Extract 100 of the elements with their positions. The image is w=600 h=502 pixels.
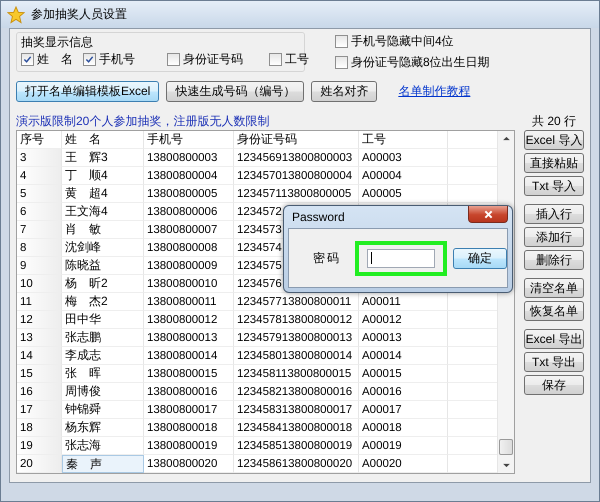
scroll-down-icon[interactable] — [502, 463, 510, 468]
checkbox[interactable] — [21, 53, 34, 66]
table-cell: 9 — [17, 257, 62, 275]
column-header[interactable]: 手机号 — [144, 131, 234, 149]
column-header[interactable]: 身份证号码 — [234, 131, 359, 149]
table-cell: A00004 — [359, 167, 448, 185]
table-cell: 李成志 — [62, 347, 144, 365]
notice-text: 演示版限制20个人参加抽奖，注册版无人数限制 — [16, 112, 270, 130]
side-button[interactable]: 添加行 — [524, 227, 584, 247]
table-cell: 丁 顺4 — [62, 167, 144, 185]
password-field[interactable] — [367, 248, 435, 268]
side-button[interactable]: Excel 导入 — [524, 130, 584, 150]
table-cell: 19 — [17, 437, 62, 455]
side-button[interactable]: Txt 导入 — [524, 176, 584, 196]
table-cell: 123457913800800013 — [234, 329, 359, 347]
scroll-up-icon[interactable] — [502, 136, 510, 141]
table-cell: 梅 杰2 — [62, 293, 144, 311]
side-button[interactable]: 清空名单 — [524, 278, 584, 298]
checkbox-option[interactable]: 手机号隐藏中间4位 — [335, 33, 490, 50]
table-cell: A00013 — [359, 329, 448, 347]
table-cell: 123458213800800016 — [234, 383, 359, 401]
side-button[interactable]: Txt 导出 — [524, 352, 584, 372]
side-button[interactable]: Excel 导出 — [524, 329, 584, 349]
column-header[interactable]: 姓 名 — [62, 131, 144, 149]
table-cell: 13800800019 — [144, 437, 234, 455]
table-cell: 10 — [17, 275, 62, 293]
table-cell: 13800800018 — [144, 419, 234, 437]
side-button[interactable]: 保存 — [524, 375, 584, 395]
table-cell: A00012 — [359, 311, 448, 329]
table-cell: 14 — [17, 347, 62, 365]
table-cell: 13800800013 — [144, 329, 234, 347]
table-cell: 123458413800800018 — [234, 419, 359, 437]
table-cell: 13800800015 — [144, 365, 234, 383]
group-title: 抽奖显示信息 — [21, 34, 94, 51]
checkbox-option[interactable]: 身份证号码 — [167, 51, 243, 68]
checkbox[interactable] — [83, 53, 96, 66]
table-cell: A00015 — [359, 365, 448, 383]
table-cell: 8 — [17, 239, 62, 257]
table-cell: A00020 — [359, 455, 448, 473]
column-header[interactable]: 序号 — [17, 131, 62, 149]
table-cell: 肖 敏 — [62, 221, 144, 239]
checkbox-option[interactable]: 工号 — [269, 51, 309, 68]
table-cell: 13 — [17, 329, 62, 347]
table-cell: 杨东辉 — [62, 419, 144, 437]
table-cell: 钟锦舜 — [62, 401, 144, 419]
table-cell: 秦 声 — [62, 455, 144, 473]
table-cell: 周博俊 — [62, 383, 144, 401]
toolbar-button[interactable]: 打开名单编辑模板Excel — [16, 81, 160, 102]
table-cell: 13800800008 — [144, 239, 234, 257]
table-cell: 陈晓益 — [62, 257, 144, 275]
scroll-thumb[interactable] — [499, 439, 513, 455]
table-cell: 17 — [17, 401, 62, 419]
table-cell: 13800800007 — [144, 221, 234, 239]
table-cell: 123458013800800014 — [234, 347, 359, 365]
table-cell: 123457113800800005 — [234, 185, 359, 203]
toolbar-button[interactable]: 姓名对齐 — [311, 81, 378, 102]
side-button[interactable]: 删除行 — [524, 250, 584, 270]
checkbox-option[interactable]: 姓 名 — [21, 51, 73, 68]
checkbox-option[interactable]: 手机号 — [83, 51, 135, 68]
table-cell: 20 — [17, 455, 62, 473]
table-cell: 13800800020 — [144, 455, 234, 473]
table-cell: 12 — [17, 311, 62, 329]
table-cell: 18 — [17, 419, 62, 437]
table-cell: 13800800017 — [144, 401, 234, 419]
side-button[interactable]: 直接粘贴 — [524, 153, 584, 173]
table-cell: 7 — [17, 221, 62, 239]
close-button[interactable] — [468, 206, 508, 223]
table-cell: 123456913800800003 — [234, 149, 359, 167]
table-cell: 3 — [17, 149, 62, 167]
checkbox[interactable] — [335, 56, 348, 69]
table-cell: 13800800009 — [144, 257, 234, 275]
table-cell: 张志鹏 — [62, 329, 144, 347]
column-header[interactable]: 工号 — [359, 131, 448, 149]
table-cell: A00005 — [359, 185, 448, 203]
table-cell: A00003 — [359, 149, 448, 167]
confirm-button[interactable]: 确定 — [453, 248, 507, 268]
checkbox[interactable] — [269, 53, 282, 66]
table-cell: 123458613800800020 — [234, 455, 359, 473]
checkbox[interactable] — [335, 35, 348, 48]
toolbar-button[interactable]: 快速生成号码（编号） — [166, 81, 304, 102]
table-cell: A00014 — [359, 347, 448, 365]
table-cell: 沈剑峰 — [62, 239, 144, 257]
table-cell: 杨 昕2 — [62, 275, 144, 293]
table-cell: 6 — [17, 203, 62, 221]
table-cell: 13800800006 — [144, 203, 234, 221]
table-cell: 13800800012 — [144, 311, 234, 329]
table-cell: 4 — [17, 167, 62, 185]
side-button[interactable]: 插入行 — [524, 204, 584, 224]
table-cell: 5 — [17, 185, 62, 203]
table-cell: A00019 — [359, 437, 448, 455]
checkbox-option[interactable]: 身份证号隐藏8位出生日期 — [335, 54, 490, 71]
side-button[interactable]: 恢复名单 — [524, 301, 584, 321]
star-icon — [7, 6, 25, 24]
table-cell: 13800800003 — [144, 149, 234, 167]
tutorial-link[interactable]: 名单制作教程 — [398, 83, 470, 100]
checkbox[interactable] — [167, 53, 180, 66]
table-cell: A00016 — [359, 383, 448, 401]
table-cell: 123457013800800004 — [234, 167, 359, 185]
table-cell: 16 — [17, 383, 62, 401]
table-cell: 123458313800800017 — [234, 401, 359, 419]
